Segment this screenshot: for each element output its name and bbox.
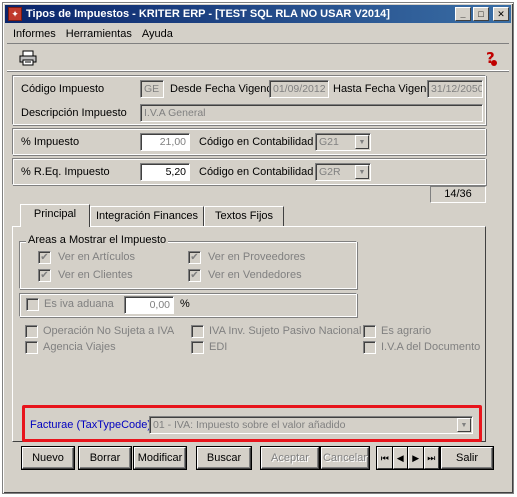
contabilidad-combo-2[interactable]: G2R ▼ <box>315 163 371 181</box>
tab-integracion-finances[interactable]: Integración Finances <box>90 206 204 226</box>
chevron-down-icon[interactable]: ▼ <box>355 165 369 179</box>
app-icon: ✦ <box>8 7 22 21</box>
iva-documento-checkbox[interactable] <box>363 341 376 354</box>
first-record-icon[interactable]: ⏮ <box>377 447 393 469</box>
modificar-button[interactable]: Modificar <box>134 447 186 469</box>
help-icon[interactable]: ? <box>483 49 499 67</box>
aduana-pct-label: % <box>180 298 190 310</box>
ver-vendedores-checkbox[interactable]: ✔ <box>188 269 201 282</box>
agencia-viajes-checkbox[interactable] <box>25 341 38 354</box>
title-bar: ✦ Tipos de Impuestos - KRITER ERP - [TES… <box>5 5 511 23</box>
aceptar-button[interactable]: Aceptar <box>261 447 319 469</box>
menu-ayuda[interactable]: Ayuda <box>142 28 173 40</box>
es-agrario-label: Es agrario <box>381 325 432 337</box>
iva-inv-sujeto-label: IVA Inv. Sujeto Pasivo Nacional <box>209 325 362 337</box>
areas-fieldset: Areas a Mostrar el Impuesto ✔ Ver en Art… <box>19 234 357 289</box>
cancelar-button[interactable]: Cancelar <box>321 447 369 469</box>
es-iva-aduana-label: Es iva aduana <box>44 298 114 310</box>
last-record-icon[interactable]: ⏭ <box>423 447 439 469</box>
desde-label: Desde Fecha Vigencia <box>170 83 281 95</box>
menu-herramientas[interactable]: Herramientas <box>66 28 132 40</box>
pct-req-field[interactable]: 5,20 <box>140 163 190 181</box>
toolbar: ? <box>7 43 509 71</box>
edi-checkbox[interactable] <box>191 341 204 354</box>
aduana-fieldset: Es iva aduana 0,00 % <box>19 293 357 317</box>
ver-clientes-checkbox[interactable]: ✔ <box>38 269 51 282</box>
codigo-field[interactable]: GE <box>140 80 164 98</box>
next-record-icon[interactable]: ▶ <box>408 447 424 469</box>
contabilidad-value-1: G21 <box>319 136 339 148</box>
window-controls: _ □ ✕ <box>455 7 509 21</box>
req-group: % R.Eq. Impuesto 5,20 Código en Contabil… <box>12 158 486 185</box>
es-iva-aduana-checkbox[interactable] <box>26 298 39 311</box>
contabilidad-combo-1[interactable]: G21 ▼ <box>315 133 371 151</box>
hasta-field[interactable]: 31/12/2050 <box>427 80 483 98</box>
tab-principal[interactable]: Principal <box>20 204 90 227</box>
contabilidad-value-2: G2R <box>319 166 341 178</box>
ver-proveedores-checkbox[interactable]: ✔ <box>188 251 201 264</box>
window-title: Tipos de Impuestos - KRITER ERP - [TEST … <box>26 8 390 20</box>
contabilidad-label-1: Código en Contabilidad <box>199 136 314 148</box>
agencia-viajes-label: Agencia Viajes <box>43 341 116 353</box>
buscar-button[interactable]: Buscar <box>197 447 251 469</box>
edi-label: EDI <box>209 341 228 353</box>
printer-icon[interactable] <box>19 50 37 66</box>
record-navigator: ⏮ ◀ ▶ ⏭ <box>377 447 439 469</box>
menu-informes[interactable]: Informes <box>13 28 56 40</box>
iva-documento-label: I.V.A del Documento <box>381 341 481 353</box>
record-counter: 14/36 <box>430 186 486 203</box>
desde-field[interactable]: 01/09/2012 <box>269 80 329 98</box>
close-button[interactable]: ✕ <box>493 7 509 21</box>
ver-vendedores-label: Ver en Vendedores <box>208 269 302 281</box>
minimize-button[interactable]: _ <box>455 7 471 21</box>
codigo-label: Código Impuesto <box>21 83 105 95</box>
facturae-highlight <box>22 405 482 442</box>
pct-impuesto-label: % Impuesto <box>21 136 80 148</box>
header-group: Código Impuesto GE Desde Fecha Vigencia … <box>12 75 486 125</box>
ver-proveedores-label: Ver en Proveedores <box>208 251 306 263</box>
tab-textos-fijos[interactable]: Textos Fijos <box>204 206 284 226</box>
impuesto-group: % Impuesto 21,00 Código en Contabilidad … <box>12 128 486 155</box>
contabilidad-label-2: Código en Contabilidad <box>199 166 314 178</box>
pct-req-label: % R.Eq. Impuesto <box>21 166 110 178</box>
es-agrario-checkbox[interactable] <box>363 325 376 338</box>
aduana-value-field[interactable]: 0,00 <box>124 296 174 314</box>
pct-impuesto-field[interactable]: 21,00 <box>140 133 190 151</box>
chevron-down-icon[interactable]: ▼ <box>355 135 369 149</box>
ver-articulos-checkbox[interactable]: ✔ <box>38 251 51 264</box>
nuevo-button[interactable]: Nuevo <box>22 447 74 469</box>
hasta-label: Hasta Fecha Vigencia <box>333 83 441 95</box>
operacion-no-sujeta-label: Operación No Sujeta a IVA <box>43 325 175 337</box>
salir-button[interactable]: Salir <box>441 447 493 469</box>
borrar-button[interactable]: Borrar <box>79 447 131 469</box>
ver-clientes-label: Ver en Clientes <box>58 269 133 281</box>
restore-button[interactable]: □ <box>473 7 489 21</box>
iva-inv-sujeto-checkbox[interactable] <box>191 325 204 338</box>
descripcion-field[interactable]: I.V.A General <box>140 104 483 122</box>
prev-record-icon[interactable]: ◀ <box>392 447 408 469</box>
operacion-no-sujeta-checkbox[interactable] <box>25 325 38 338</box>
descripcion-label: Descripción Impuesto <box>21 107 127 119</box>
menu-bar: Informes Herramientas Ayuda <box>7 25 509 42</box>
areas-legend: Areas a Mostrar el Impuesto <box>26 234 169 246</box>
ver-articulos-label: Ver en Artículos <box>58 251 136 263</box>
